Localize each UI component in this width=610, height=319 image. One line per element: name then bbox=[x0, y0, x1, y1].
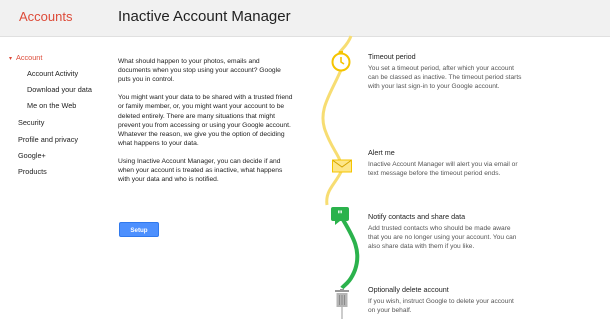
setup-button[interactable]: Setup bbox=[119, 222, 159, 237]
quote-bubble-icon: " bbox=[331, 207, 349, 230]
trash-icon bbox=[335, 289, 349, 312]
intro-paragraph: You might want your data to be shared wi… bbox=[118, 94, 293, 148]
sidebar-item-products[interactable]: Products bbox=[18, 167, 47, 176]
step-title-alert: Alert me bbox=[368, 148, 395, 157]
sidebar-item-label: Account bbox=[16, 53, 43, 62]
sidebar-item-profile-and-privacy[interactable]: Profile and privacy bbox=[18, 135, 78, 144]
accounts-brand-link[interactable]: Accounts bbox=[19, 9, 72, 24]
intro-paragraph: Using Inactive Account Manager, you can … bbox=[118, 157, 283, 184]
step-desc-notify: Add trusted contacts who should be made … bbox=[368, 225, 517, 251]
sidebar-item-security[interactable]: Security bbox=[18, 118, 44, 127]
sidebar-item-me-on-the-web[interactable]: Me on the Web bbox=[27, 101, 76, 110]
step-title-timeout: Timeout period bbox=[368, 52, 416, 61]
sidebar-item-account[interactable]: ▾ Account bbox=[9, 53, 42, 62]
sidebar-item-download-your-data[interactable]: Download your data bbox=[27, 85, 92, 94]
step-title-delete: Optionally delete account bbox=[368, 285, 449, 294]
chevron-down-icon: ▾ bbox=[9, 56, 13, 62]
step-desc-timeout: You set a timeout period, after which yo… bbox=[368, 65, 522, 91]
sidebar-item-account-activity[interactable]: Account Activity bbox=[27, 69, 78, 78]
envelope-icon bbox=[332, 159, 352, 179]
page-title: Inactive Account Manager bbox=[118, 8, 291, 25]
intro-paragraph: What should happen to your photos, email… bbox=[118, 58, 281, 84]
step-desc-alert: Inactive Account Manager will alert you … bbox=[368, 161, 518, 178]
timer-icon bbox=[330, 50, 352, 77]
sidebar-item-google-plus[interactable]: Google+ bbox=[18, 151, 46, 160]
intro-text: What should happen to your photos, email… bbox=[118, 57, 293, 193]
top-bar: Accounts Inactive Account Manager bbox=[0, 0, 610, 37]
step-title-notify: Notify contacts and share data bbox=[368, 212, 466, 221]
svg-text:": " bbox=[337, 209, 342, 221]
step-desc-delete: If you wish, instruct Google to delete y… bbox=[368, 298, 514, 315]
